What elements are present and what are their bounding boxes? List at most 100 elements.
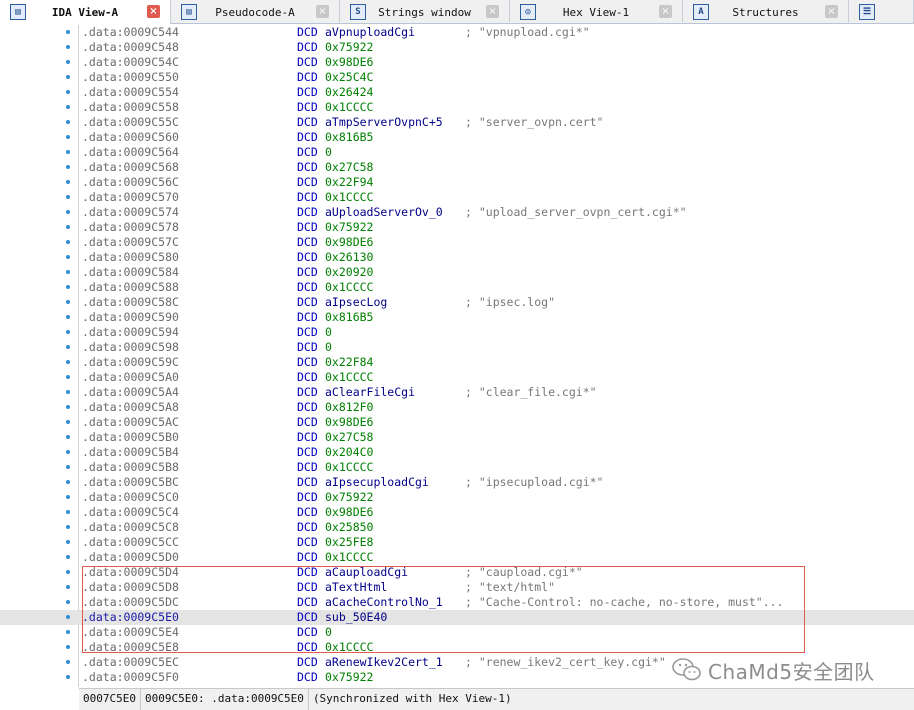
row-operand: 0x20920: [325, 265, 374, 279]
listing-row[interactable]: .data:0009C5C0 DCD 0x75922: [0, 490, 914, 505]
row-operand[interactable]: aIpsecuploadCgi: [325, 475, 429, 490]
listing-row[interactable]: .data:0009C5B4 DCD 0x204C0: [0, 445, 914, 460]
listing-row[interactable]: .data:0009C5C4 DCD 0x98DE6: [0, 505, 914, 520]
flow-dot-icon: [66, 240, 70, 244]
listing-row[interactable]: .data:0009C5BC DCD aIpsecuploadCgi ; "ipsec…: [0, 475, 914, 490]
hex-view-icon: ◎: [520, 4, 536, 20]
disassembly-listing[interactable]: .data:0009C544 DCD aVpnuploadCgi ; "vpnuplo…: [0, 25, 914, 687]
row-operand[interactable]: aIpsecLog: [325, 295, 387, 310]
listing-row[interactable]: .data:0009C55C DCD aTmpServerOvpnC+5 ; "ser…: [0, 115, 914, 130]
row-address: .data:0009C5CC: [82, 535, 179, 549]
row-address: .data:0009C578: [82, 220, 179, 234]
listing-row[interactable]: .data:0009C590 DCD 0x816B5: [0, 310, 914, 325]
row-address: .data:0009C5A8: [82, 400, 179, 414]
flow-dot-icon: [66, 645, 70, 649]
listing-row[interactable]: .data:0009C568 DCD 0x27C58: [0, 160, 914, 175]
row-operand: 0x75922: [325, 40, 374, 54]
row-directive: DCD: [297, 100, 318, 114]
listing-row[interactable]: .data:0009C544 DCD aVpnuploadCgi ; "vpnuplo…: [0, 25, 914, 40]
listing-row[interactable]: .data:0009C59C DCD 0x22F84: [0, 355, 914, 370]
row-operand[interactable]: aRenewIkev2Cert_1: [325, 655, 443, 670]
listing-row[interactable]: .data:0009C554 DCD 0x26424: [0, 85, 914, 100]
close-icon[interactable]: ×: [659, 5, 672, 18]
row-address: .data:0009C5EC: [82, 655, 179, 669]
row-address: .data:0009C564: [82, 145, 179, 159]
close-icon[interactable]: ×: [825, 5, 838, 18]
listing-row[interactable]: .data:0009C5CC DCD 0x25FE8: [0, 535, 914, 550]
listing-row[interactable]: .data:0009C578 DCD 0x75922: [0, 220, 914, 235]
listing-row[interactable]: .data:0009C550 DCD 0x25C4C: [0, 70, 914, 85]
row-operand: 0x98DE6: [325, 505, 374, 519]
row-address: .data:0009C554: [82, 85, 179, 99]
row-operand: 0x26424: [325, 85, 374, 99]
tab-structures[interactable]: A Structures ×: [683, 0, 849, 24]
listing-row[interactable]: .data:0009C5A8 DCD 0x812F0: [0, 400, 914, 415]
row-address: .data:0009C580: [82, 250, 179, 264]
listing-row[interactable]: .data:0009C580 DCD 0x26130: [0, 250, 914, 265]
row-operand[interactable]: aVpnuploadCgi: [325, 25, 415, 40]
flow-dot-icon: [66, 375, 70, 379]
listing-row[interactable]: .data:0009C5B8 DCD 0x1CCCC: [0, 460, 914, 475]
row-operand: 0x75922: [325, 670, 374, 684]
listing-row[interactable]: .data:0009C560 DCD 0x816B5: [0, 130, 914, 145]
row-operand: 0x1CCCC: [325, 370, 374, 384]
listing-row[interactable]: .data:0009C594 DCD 0: [0, 325, 914, 340]
listing-row[interactable]: .data:0009C5D0 DCD 0x1CCCC: [0, 550, 914, 565]
close-icon[interactable]: ×: [316, 5, 329, 18]
listing-row[interactable]: .data:0009C574 DCD aUploadServerOv_0 ; "upl…: [0, 205, 914, 220]
listing-row[interactable]: .data:0009C58C DCD aIpsecLog ; "ipsec.log": [0, 295, 914, 310]
flow-dot-icon: [66, 195, 70, 199]
flow-dot-icon: [66, 405, 70, 409]
row-operand: 0x1CCCC: [325, 190, 374, 204]
tab-strings-window[interactable]: S Strings window ×: [340, 0, 510, 24]
tab-pseudocode-a[interactable]: ▤ Pseudocode-A ×: [171, 0, 340, 24]
row-comment: ; "clear_file.cgi*": [465, 385, 597, 399]
flow-dot-icon: [66, 675, 70, 679]
listing-row[interactable]: .data:0009C564 DCD 0: [0, 145, 914, 160]
row-operand: 0x75922: [325, 490, 374, 504]
flow-dot-icon: [66, 300, 70, 304]
flow-dot-icon: [66, 585, 70, 589]
row-operand: 0x98DE6: [325, 55, 374, 69]
row-address: .data:0009C588: [82, 280, 179, 294]
tab-ida-view-a[interactable]: ▤ IDA View-A ×: [0, 0, 171, 24]
row-directive: DCD: [297, 415, 318, 429]
flow-dot-icon: [66, 630, 70, 634]
flow-dot-icon: [66, 135, 70, 139]
listing-row[interactable]: .data:0009C570 DCD 0x1CCCC: [0, 190, 914, 205]
row-operand[interactable]: aClearFileCgi: [325, 385, 415, 400]
row-address: .data:0009C5F0: [82, 670, 179, 684]
row-address: .data:0009C5A4: [82, 385, 179, 399]
listing-row[interactable]: .data:0009C5A0 DCD 0x1CCCC: [0, 370, 914, 385]
flow-dot-icon: [66, 75, 70, 79]
listing-row[interactable]: .data:0009C54C DCD 0x98DE6: [0, 55, 914, 70]
listing-row[interactable]: .data:0009C558 DCD 0x1CCCC: [0, 100, 914, 115]
row-operand: 0x25C4C: [325, 70, 374, 84]
listing-row[interactable]: .data:0009C584 DCD 0x20920: [0, 265, 914, 280]
row-operand: 0x1CCCC: [325, 100, 374, 114]
row-operand: 0x27C58: [325, 430, 374, 444]
status-location: 0009C5E0: .data:0009C5E0: [141, 689, 309, 710]
tab-extra[interactable]: ☰: [849, 0, 914, 24]
listing-row[interactable]: .data:0009C588 DCD 0x1CCCC: [0, 280, 914, 295]
row-operand[interactable]: aUploadServerOv_0: [325, 205, 443, 220]
row-directive: DCD: [297, 445, 318, 459]
row-directive: DCD: [297, 655, 318, 669]
row-operand[interactable]: aTmpServerOvpnC+5: [325, 115, 443, 130]
row-operand: 0x1CCCC: [325, 550, 374, 564]
tab-hex-view-1[interactable]: ◎ Hex View-1 ×: [510, 0, 683, 24]
row-address: .data:0009C5BC: [82, 475, 179, 489]
listing-row[interactable]: .data:0009C5AC DCD 0x98DE6: [0, 415, 914, 430]
listing-row[interactable]: .data:0009C57C DCD 0x98DE6: [0, 235, 914, 250]
close-icon[interactable]: ×: [486, 5, 499, 18]
row-address: .data:0009C590: [82, 310, 179, 324]
listing-row[interactable]: .data:0009C5A4 DCD aClearFileCgi ; "clear_f…: [0, 385, 914, 400]
listing-row[interactable]: .data:0009C5B0 DCD 0x27C58: [0, 430, 914, 445]
listing-row[interactable]: .data:0009C548 DCD 0x75922: [0, 40, 914, 55]
close-icon[interactable]: ×: [147, 5, 160, 18]
flow-dot-icon: [66, 210, 70, 214]
listing-row[interactable]: .data:0009C598 DCD 0: [0, 340, 914, 355]
listing-row[interactable]: .data:0009C5C8 DCD 0x25850: [0, 520, 914, 535]
listing-row[interactable]: .data:0009C56C DCD 0x22F94: [0, 175, 914, 190]
flow-dot-icon: [66, 345, 70, 349]
